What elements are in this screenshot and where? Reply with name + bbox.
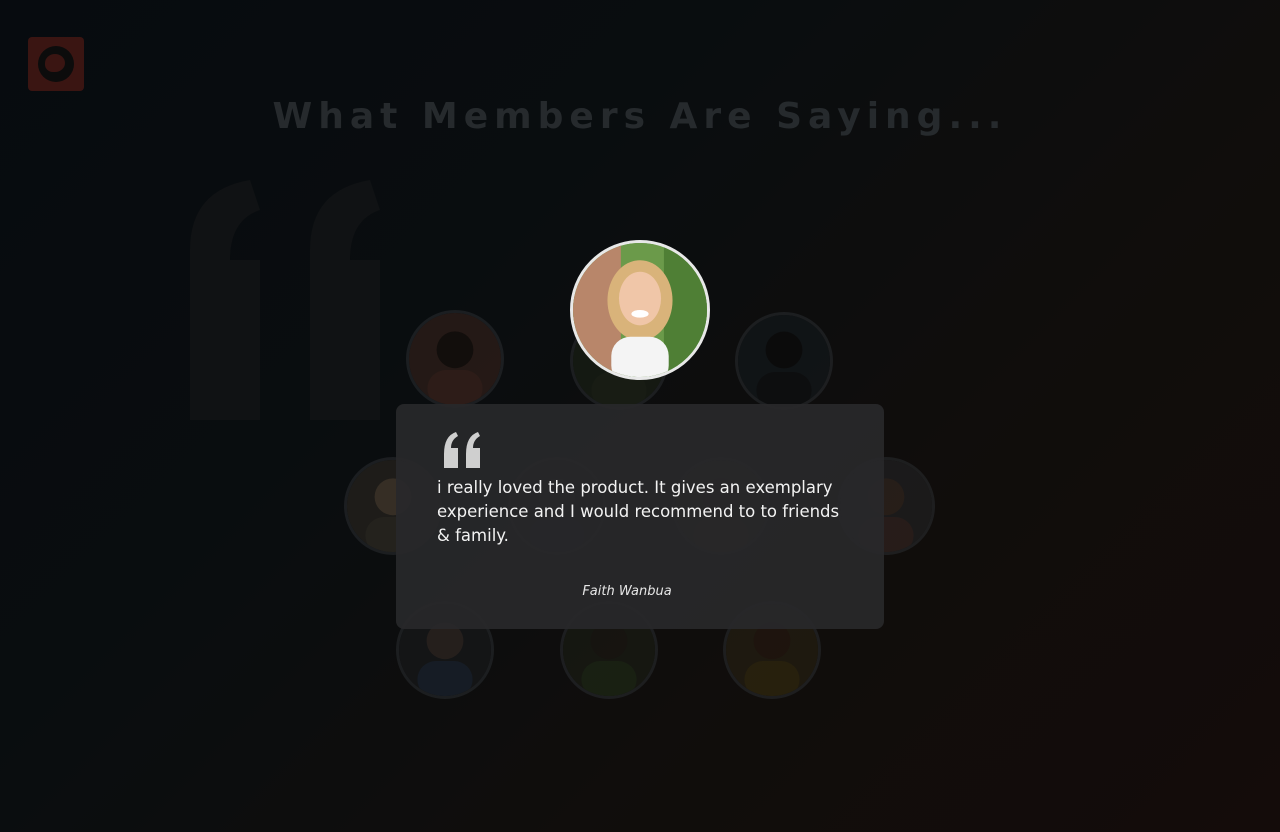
brand-logo[interactable] — [28, 37, 84, 91]
member-avatar[interactable] — [406, 310, 504, 408]
quote-icon — [444, 432, 480, 468]
testimonial-text: i really loved the product. It gives an … — [437, 478, 840, 545]
brand-logo-icon — [38, 46, 74, 82]
member-avatar[interactable] — [735, 312, 833, 410]
featured-member-avatar[interactable] — [570, 240, 710, 380]
quote-icon-background — [190, 180, 380, 420]
section-title: What Members Are Saying... — [272, 96, 1008, 137]
testimonial-author: Faith Wanbua — [582, 584, 672, 599]
